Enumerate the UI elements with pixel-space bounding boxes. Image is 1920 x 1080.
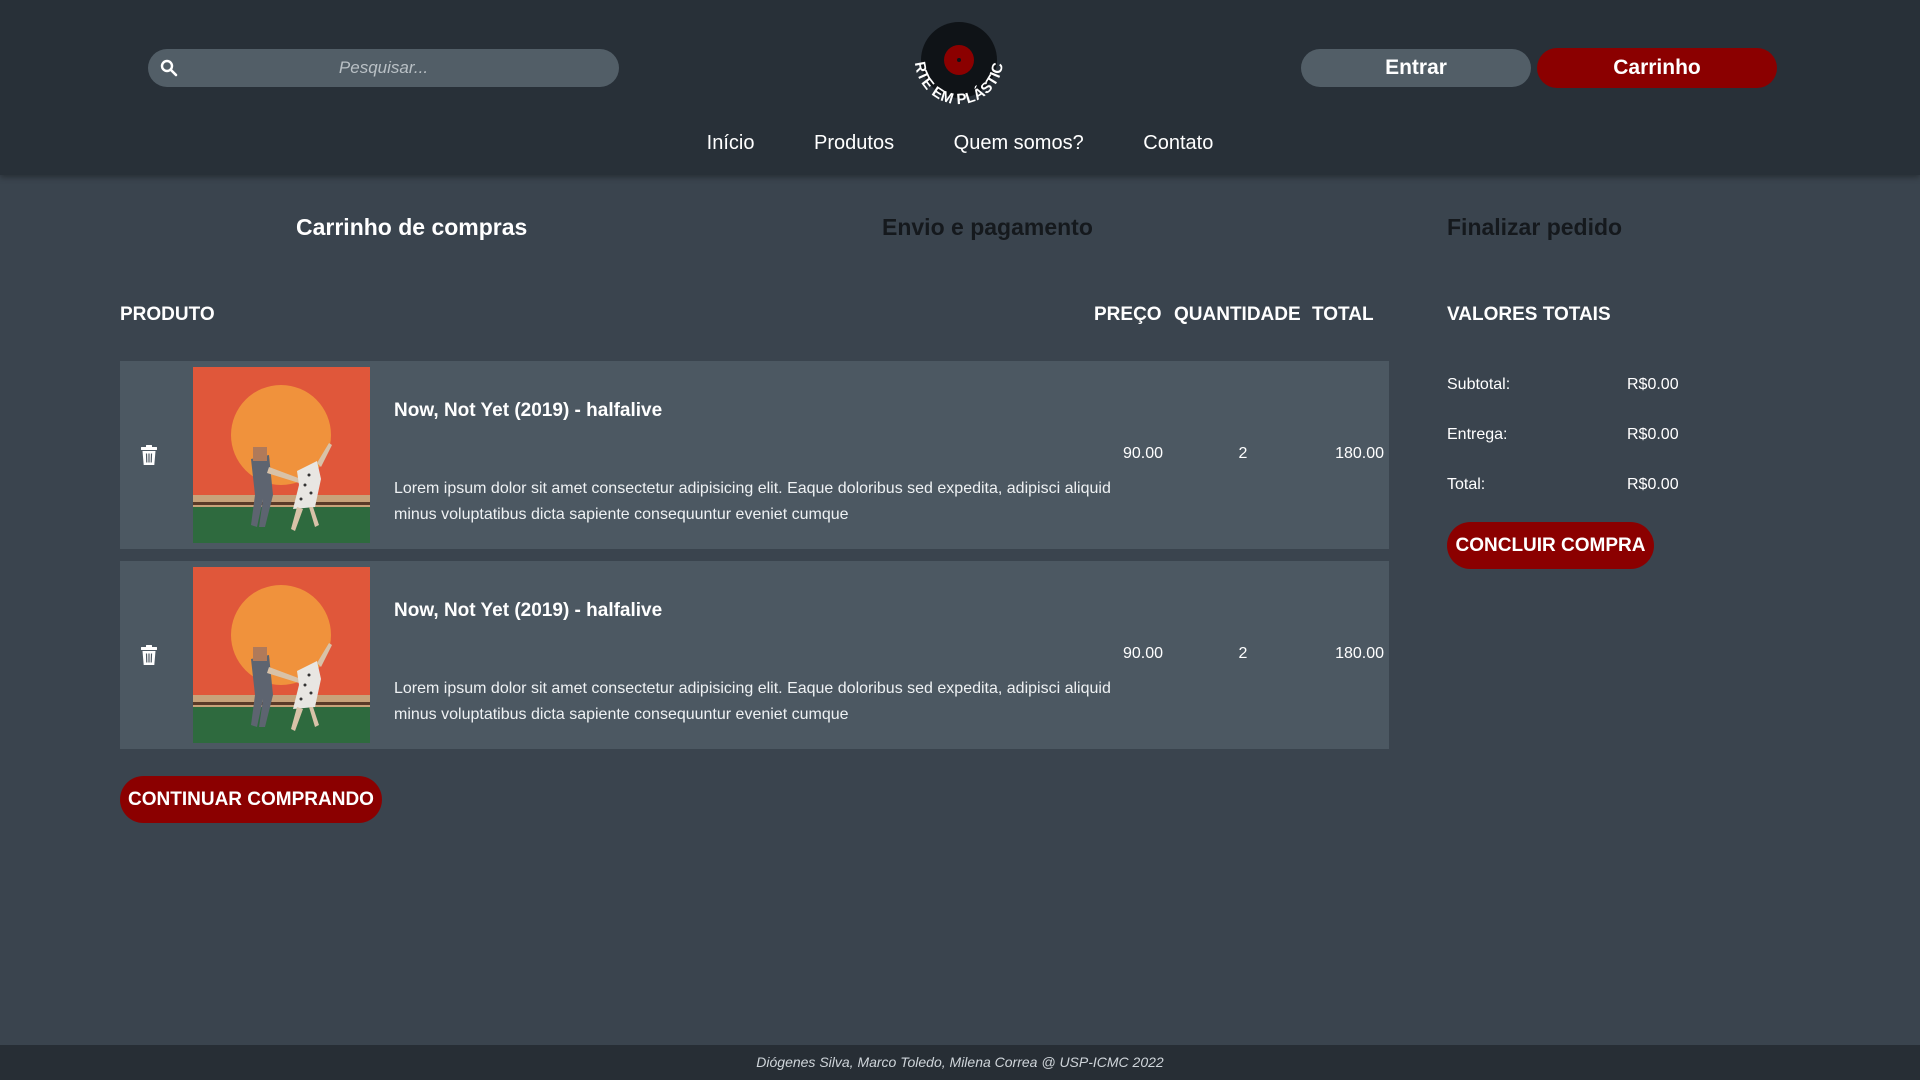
product-total: 180.00 [1335,445,1384,462]
continue-shopping-button[interactable]: CONTINUAR COMPRANDO [120,776,382,823]
product-quantity[interactable]: 2 [1223,445,1263,463]
album-cover-image [193,367,370,543]
finish-purchase-button[interactable]: CONCLUIR COMPRA [1447,522,1654,569]
subtotal-label: Subtotal: [1447,376,1511,393]
login-button[interactable]: Entrar [1301,49,1531,87]
logo-vinyl-icon[interactable]: ARTE EM PLÁSTICO [900,18,1018,118]
product-price: 90.00 [1122,645,1164,662]
product-title[interactable]: Now, Not Yet (2019) - halfalive [394,400,662,422]
search-bar[interactable] [148,49,619,87]
search-icon [160,59,178,77]
column-header-quantity: QUANTIDADE [1174,304,1301,325]
total-value: R$0.00 [1627,476,1679,493]
header: ARTE EM PLÁSTICO Entrar Carrinho Início … [0,0,1920,175]
column-header-price: PREÇO [1094,304,1162,325]
column-header-product: PRODUTO [120,304,215,325]
cart-item-row: Now, Not Yet (2019) - halfalive Lorem ip… [120,561,1389,749]
total-label: Total: [1447,476,1486,493]
trash-icon[interactable] [140,445,158,465]
shipping-label: Entrega: [1447,426,1508,443]
nav-produtos[interactable]: Produtos [814,132,894,154]
cart-item-row: Now, Not Yet (2019) - halfalive Lorem ip… [120,361,1389,549]
nav-contato[interactable]: Contato [1143,132,1213,154]
product-title[interactable]: Now, Not Yet (2019) - halfalive [394,600,662,622]
product-total: 180.00 [1335,645,1384,662]
step-finish-order: Finalizar pedido [1447,214,1623,240]
step-cart: Carrinho de compras [296,214,528,240]
footer: Diógenes Silva, Marco Toledo, Milena Cor… [0,1045,1920,1080]
nav-quem-somos[interactable]: Quem somos? [954,132,1084,154]
column-header-total: TOTAL [1312,304,1374,325]
album-cover-image [193,567,370,743]
product-description: Lorem ipsum dolor sit amet consectetur a… [394,480,1111,523]
trash-icon[interactable] [140,645,158,665]
summary-title: VALORES TOTAIS [1447,304,1611,325]
product-quantity[interactable]: 2 [1223,645,1263,663]
nav-inicio[interactable]: Início [707,132,755,154]
cart-button[interactable]: Carrinho [1537,48,1777,88]
shipping-value: R$0.00 [1627,426,1679,443]
product-description: Lorem ipsum dolor sit amet consectetur a… [394,680,1111,723]
main-nav: Início Produtos Quem somos? Contato [0,132,1920,155]
step-shipping-payment: Envio e pagamento [882,214,1093,240]
product-price: 90.00 [1122,445,1164,462]
footer-credits: Diógenes Silva, Marco Toledo, Milena Cor… [756,1054,1164,1070]
search-input[interactable] [148,49,619,87]
subtotal-value: R$0.00 [1627,376,1679,393]
